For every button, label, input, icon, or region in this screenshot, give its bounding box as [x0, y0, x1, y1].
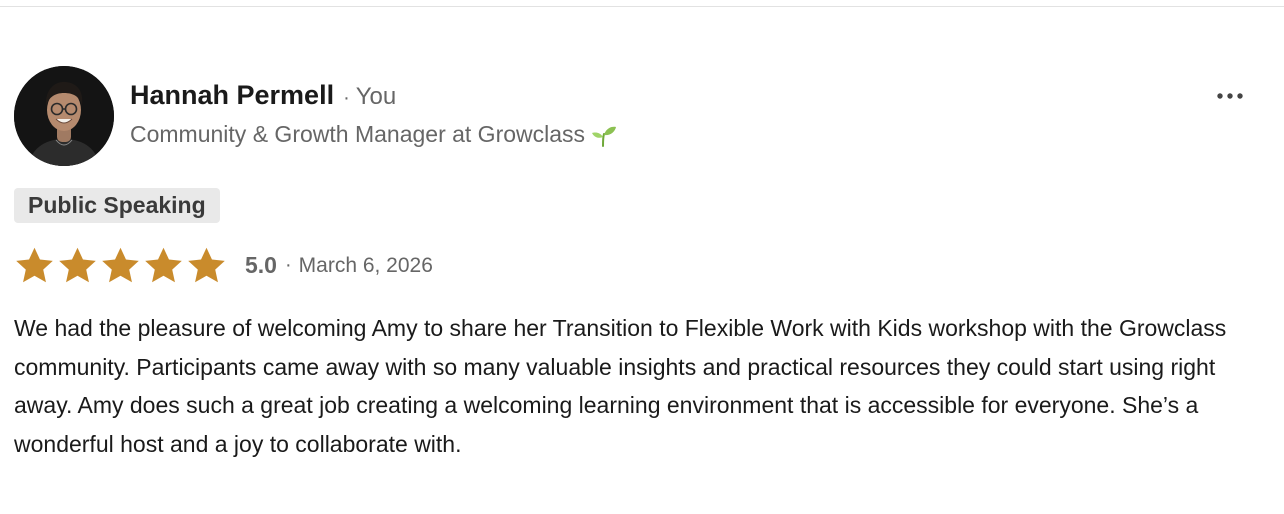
- headline-row: Community & Growth Manager at Growclass: [130, 121, 1130, 148]
- star-icon: [16, 247, 53, 283]
- star-rating: [14, 245, 227, 286]
- date-separator: ·: [284, 254, 292, 276]
- rating-row: 5.0 · March 6, 2026: [14, 245, 433, 286]
- skill-tag: Public Speaking: [14, 188, 220, 223]
- reviewer-header: Hannah Permell · You Community & Growth …: [130, 80, 1130, 148]
- top-divider: [0, 6, 1284, 7]
- star-icon: [59, 247, 96, 283]
- rating-score: 5.0: [245, 252, 277, 278]
- star-icon: [102, 247, 139, 283]
- profile-photo: [14, 66, 114, 166]
- reviewer-name[interactable]: Hannah Permell: [130, 80, 334, 111]
- avatar[interactable]: [14, 66, 114, 166]
- star-icon: [145, 247, 182, 283]
- sprout-icon: [591, 122, 617, 148]
- name-row: Hannah Permell · You: [130, 80, 1130, 111]
- relation-label: You: [355, 83, 397, 110]
- more-horizontal-icon: [1217, 93, 1243, 99]
- reviewer-headline: Community & Growth Manager at Growclass: [130, 121, 586, 147]
- review-date: March 6, 2026: [298, 253, 433, 277]
- name-separator: ·: [343, 87, 350, 109]
- more-options-button[interactable]: [1212, 82, 1248, 110]
- review-text: We had the pleasure of welcoming Amy to …: [14, 315, 1227, 457]
- star-icon: [188, 247, 225, 283]
